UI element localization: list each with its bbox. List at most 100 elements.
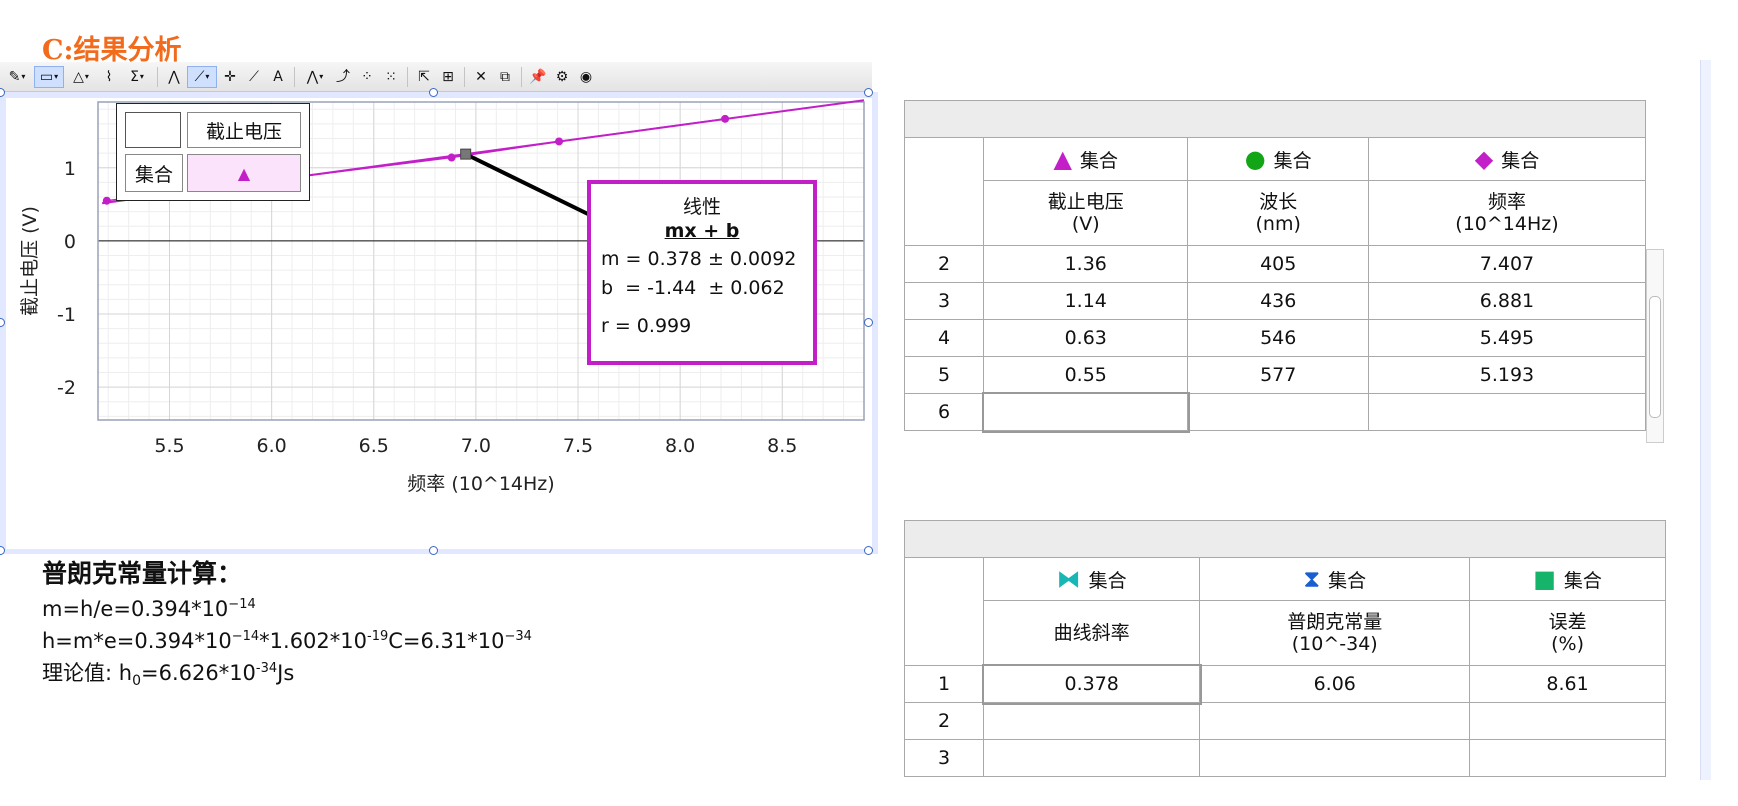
resize-handle[interactable] bbox=[864, 546, 873, 555]
column-set-header[interactable]: ■ 集合 bbox=[1469, 557, 1666, 601]
resize-handle[interactable] bbox=[429, 88, 438, 97]
column-name-header[interactable]: 频率 (10^14Hz) bbox=[1367, 180, 1647, 246]
index-header bbox=[904, 137, 984, 246]
calc-heading: 普朗克常量计算： bbox=[42, 559, 243, 588]
table-cell[interactable]: 6.06 bbox=[1199, 665, 1471, 703]
table-cell[interactable]: 1.36 bbox=[982, 245, 1189, 283]
graph-legend[interactable]: 截止电压 集合 ▲ bbox=[116, 103, 310, 201]
column-name-header[interactable]: 截止电压 (V) bbox=[982, 180, 1189, 246]
table-header-bar bbox=[904, 520, 1666, 558]
column-set-header[interactable]: ▲ 集合 bbox=[982, 137, 1189, 181]
table-row[interactable]: 6 bbox=[904, 391, 1647, 433]
resize-handle[interactable] bbox=[864, 88, 873, 97]
table-row[interactable]: 4 0.63 546 5.495 bbox=[904, 319, 1647, 357]
data-table-2[interactable]: ⧓ 集合 ⧗ 集合 ■ 集合 曲线斜率 普朗克常量 (10^-34) 误差 (%) 1 0.378 6.0… bbox=[904, 520, 1666, 777]
toolbar-separator bbox=[464, 66, 465, 87]
table-row[interactable]: 2 bbox=[904, 702, 1666, 740]
column-name-header[interactable]: 普朗克常量 (10^-34) bbox=[1199, 600, 1471, 666]
table-cell[interactable]: 8.61 bbox=[1469, 665, 1666, 703]
column-name: 曲线斜率 bbox=[1053, 622, 1130, 644]
column-name: 波长 bbox=[1259, 191, 1298, 213]
column-set-header[interactable]: ⧗ 集合 bbox=[1199, 557, 1471, 601]
x-tick-label: 7.5 bbox=[563, 435, 593, 457]
set-label: 集合 bbox=[1563, 569, 1602, 592]
tangent-icon[interactable]: ⟋ bbox=[243, 66, 265, 88]
annotation-icon[interactable]: A bbox=[267, 66, 289, 88]
zoom-icon[interactable]: ⊞ bbox=[437, 66, 459, 88]
row-index: 2 bbox=[904, 245, 984, 283]
curve-fit-icon[interactable]: ⤴ bbox=[332, 66, 354, 88]
graph-options-icon[interactable]: △ ▾ bbox=[66, 66, 96, 88]
table-cell[interactable]: 6.881 bbox=[1367, 282, 1647, 320]
data-table-1[interactable]: ▲ 集合 ● 集合 ◆ 集合 截止电压 (V) 波长 (nm) 频率 (10^14Hz) 2 1.36 40… bbox=[904, 100, 1647, 433]
table-cell[interactable] bbox=[1469, 739, 1666, 777]
table-cell[interactable] bbox=[982, 702, 1201, 740]
table-cell[interactable]: 405 bbox=[1187, 245, 1369, 283]
table-row[interactable]: 1 0.378 6.06 8.61 bbox=[904, 663, 1666, 705]
planck-calculation: 普朗克常量计算： m=h/e=0.394*10−14 h=m*e=0.394*1… bbox=[42, 560, 532, 695]
table-cell[interactable] bbox=[1199, 702, 1471, 740]
column-set-header[interactable]: ● 集合 bbox=[1187, 137, 1369, 181]
legend-series-symbol: ▲ bbox=[187, 154, 301, 192]
table-cell[interactable]: 5.495 bbox=[1367, 319, 1647, 357]
table-cell[interactable] bbox=[982, 739, 1201, 777]
column-unit: (10^-34) bbox=[1291, 633, 1378, 655]
table-options-icon[interactable]: ✎ ▾ bbox=[2, 66, 32, 88]
column-name: 误差 bbox=[1548, 611, 1587, 633]
table-cell[interactable]: 1.14 bbox=[982, 282, 1189, 320]
table-cell[interactable]: 577 bbox=[1187, 356, 1369, 394]
column-name: 截止电压 bbox=[1047, 191, 1124, 213]
delete-icon[interactable]: ✕ bbox=[470, 66, 492, 88]
copy-icon[interactable]: ⧉ bbox=[494, 66, 516, 88]
page-scrollbar[interactable] bbox=[1700, 60, 1711, 780]
insert-icon[interactable]: ▭ ▾ bbox=[34, 65, 64, 88]
linear-fit-icon[interactable]: ⟋ ▾ bbox=[187, 65, 217, 88]
table-row[interactable]: 3 1.14 436 6.881 bbox=[904, 282, 1647, 320]
connect-points-icon[interactable]: ⁘ bbox=[356, 66, 378, 88]
table-cell[interactable] bbox=[1199, 739, 1471, 777]
table-cell[interactable] bbox=[1367, 393, 1647, 431]
column-unit: (V) bbox=[1071, 213, 1100, 235]
autoscale-icon[interactable]: ⇱ bbox=[413, 66, 435, 88]
examine-icon[interactable]: ✛ bbox=[219, 66, 241, 88]
resize-handle[interactable] bbox=[864, 318, 873, 327]
settings-icon[interactable]: ⚙ bbox=[551, 66, 573, 88]
linear-fit-box[interactable]: 线性 mx + b m = 0.378 ± 0.0092 b = -1.44 ±… bbox=[587, 180, 817, 365]
table-cell[interactable]: 0.378 bbox=[981, 663, 1202, 705]
table-cell[interactable] bbox=[1187, 393, 1369, 431]
table-cell[interactable] bbox=[981, 391, 1190, 433]
toolbar-separator bbox=[407, 66, 408, 87]
pin-icon[interactable]: 📌 bbox=[527, 66, 549, 88]
column-set-header[interactable]: ⧓ 集合 bbox=[982, 557, 1201, 601]
table-cell[interactable]: 0.55 bbox=[982, 356, 1189, 394]
data-point bbox=[447, 153, 456, 162]
column-name-header[interactable]: 误差 (%) bbox=[1469, 600, 1666, 666]
table-row[interactable]: 2 1.36 405 7.407 bbox=[904, 245, 1647, 283]
table-cell[interactable]: 0.63 bbox=[982, 319, 1189, 357]
table-cell[interactable] bbox=[1469, 702, 1666, 740]
table-cell[interactable]: 546 bbox=[1187, 319, 1369, 357]
table-row[interactable]: 5 0.55 577 5.193 bbox=[904, 356, 1647, 394]
table-header-bar bbox=[904, 100, 1646, 138]
examine-marker bbox=[460, 148, 472, 160]
fft-icon[interactable]: ⋀ ▾ bbox=[300, 66, 330, 88]
view-icon[interactable]: ◉ bbox=[575, 66, 597, 88]
column-name-header[interactable]: 波长 (nm) bbox=[1187, 180, 1369, 246]
disconnect-points-icon[interactable]: ⁙ bbox=[380, 66, 402, 88]
column-name-header[interactable]: 曲线斜率 bbox=[982, 600, 1201, 666]
resize-handle[interactable] bbox=[429, 546, 438, 555]
series-symbol-icon: ⧗ bbox=[1303, 565, 1321, 593]
x-tick-label: 6.0 bbox=[257, 435, 287, 457]
toolbar-separator bbox=[521, 66, 522, 87]
row-index: 3 bbox=[904, 739, 984, 777]
column-set-header[interactable]: ◆ 集合 bbox=[1367, 137, 1647, 181]
table-cell[interactable]: 436 bbox=[1187, 282, 1369, 320]
table-cell[interactable]: 7.407 bbox=[1367, 245, 1647, 283]
table-cell[interactable]: 5.193 bbox=[1367, 356, 1647, 394]
scroll-thumb[interactable] bbox=[1649, 296, 1661, 418]
table1-scrollbar[interactable] bbox=[1646, 249, 1664, 443]
statistics-icon[interactable]: ⌇ bbox=[98, 66, 120, 88]
table-row[interactable]: 3 bbox=[904, 739, 1666, 777]
integral-icon[interactable]: ⋀ bbox=[163, 66, 185, 88]
sigma-icon[interactable]: Σ ▾ bbox=[122, 66, 152, 88]
